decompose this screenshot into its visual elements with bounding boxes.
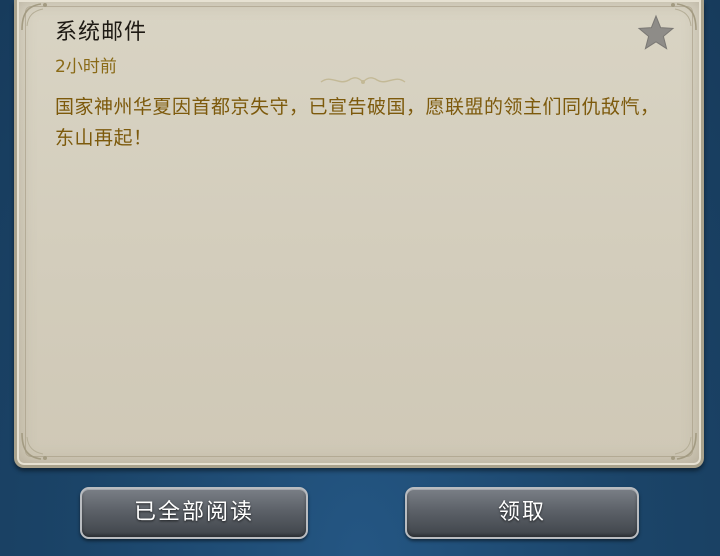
read-all-button[interactable]: 已全部阅读	[80, 487, 308, 539]
mail-timestamp: 2小时前	[55, 57, 117, 77]
mail-body: 国家神州华夏因首都京失守，已宣告破国，愿联盟的领主们同仇敌忾，东山再起！	[55, 96, 660, 149]
corner-ornament	[21, 432, 47, 460]
claim-button[interactable]: 领取	[405, 487, 639, 539]
corner-ornament	[21, 3, 47, 31]
corner-ornament	[671, 432, 697, 460]
star-icon[interactable]	[637, 14, 675, 52]
mail-panel: 系统邮件 2小时前 国家神州华夏因首都京失守，已宣告破国，愿联盟的领主们同仇敌忾…	[14, 0, 704, 468]
divider-ornament	[320, 77, 406, 84]
mail-title: 系统邮件	[55, 20, 148, 45]
